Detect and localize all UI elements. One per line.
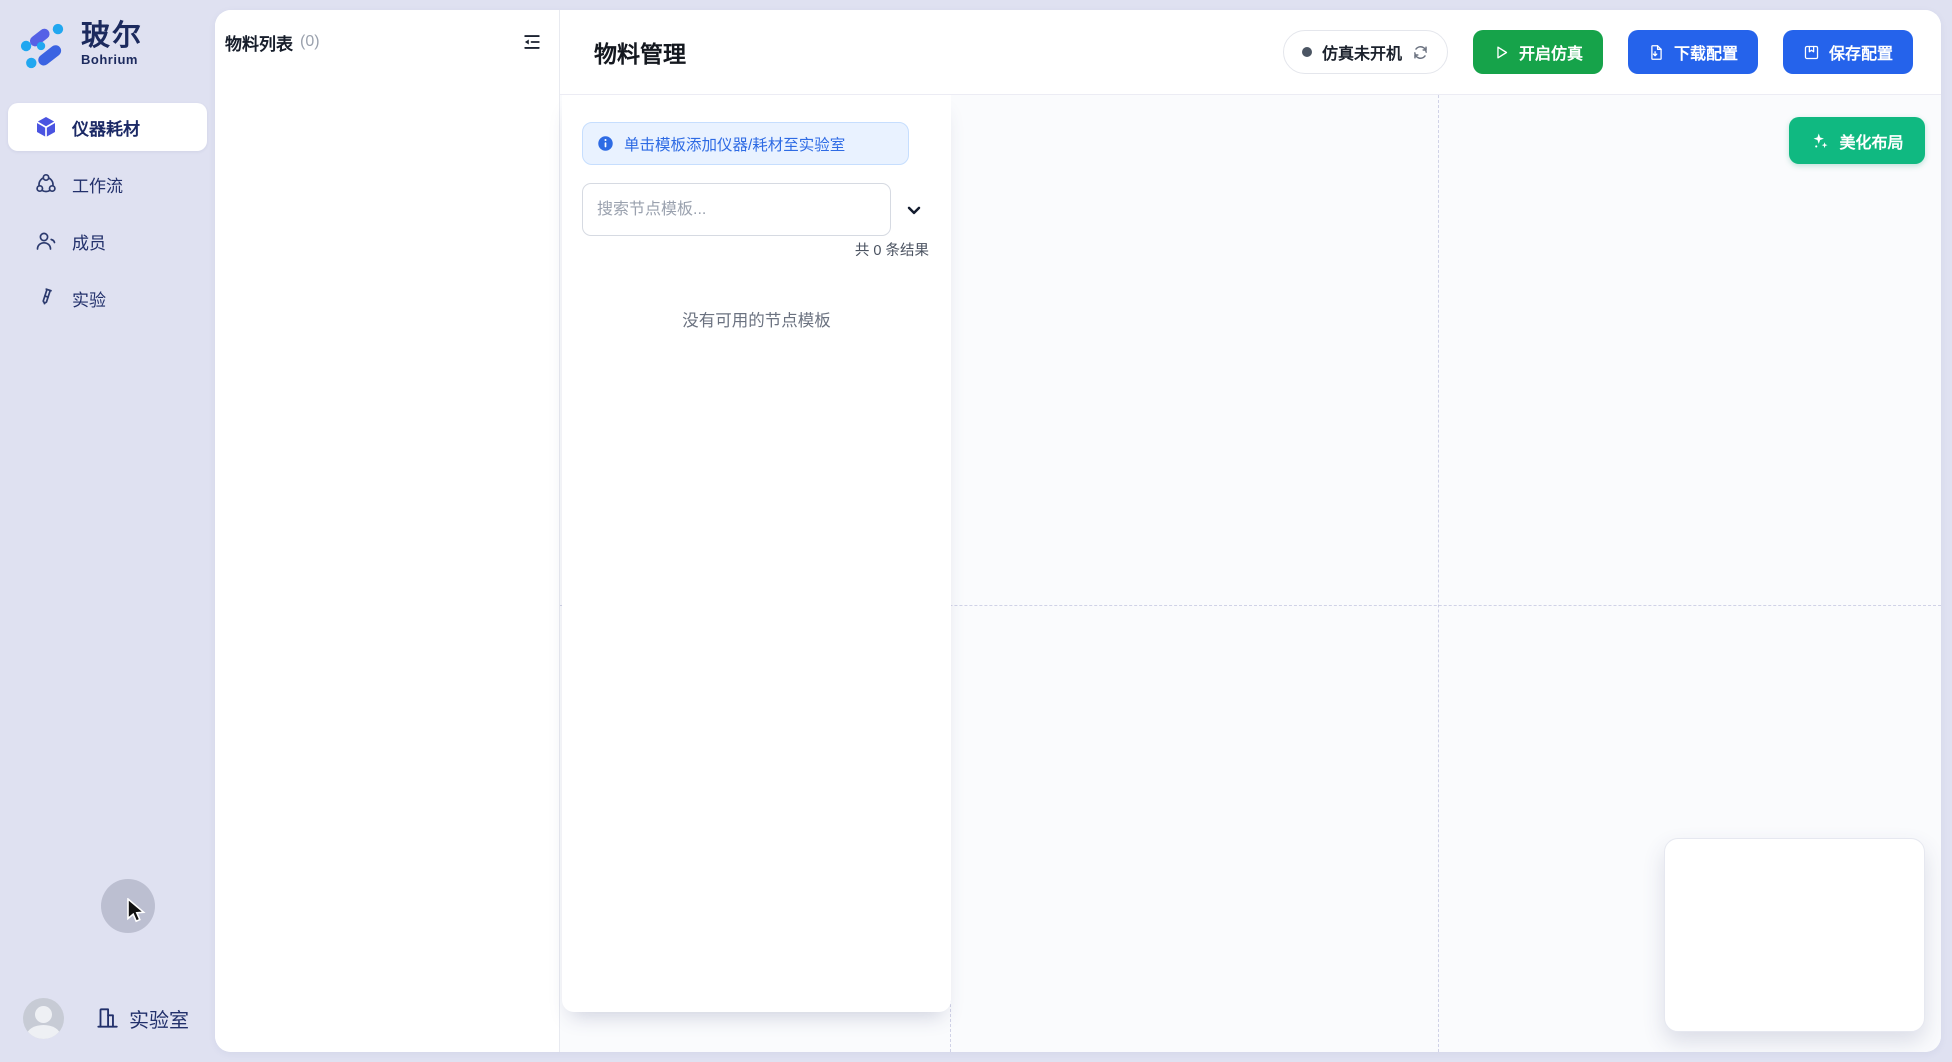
save-icon	[1803, 44, 1820, 61]
minimap[interactable]	[1664, 838, 1925, 1032]
node-canvas[interactable]: 单击模板添加仪器/耗材至实验室 共 0 条结果 没有可用的节点模板 美化布局	[560, 95, 1941, 1052]
grid-line	[1438, 95, 1439, 1052]
hint-text: 单击模板添加仪器/耗材至实验室	[624, 133, 845, 155]
beautify-layout-button[interactable]: 美化布局	[1789, 117, 1925, 164]
sidebar-item-label: 成员	[72, 229, 106, 254]
brand-logo[interactable]: 玻尔 Bohrium	[17, 20, 143, 72]
sidebar-item-instruments[interactable]: 仪器耗材	[8, 103, 207, 151]
info-icon	[597, 135, 614, 152]
topbar: 物料管理 仿真未开机 开启仿真	[560, 10, 1941, 95]
main-container: 物料列表 (0) 物料管理 仿真未开机	[215, 10, 1941, 1052]
members-icon	[34, 229, 58, 253]
sparkles-icon	[1810, 131, 1830, 151]
materials-list-panel: 物料列表 (0)	[215, 10, 560, 1052]
experiment-icon	[34, 286, 58, 310]
cube-icon	[34, 115, 58, 139]
materials-list-count: (0)	[300, 33, 320, 51]
sidebar-item-experiment[interactable]: 实验	[8, 274, 207, 322]
refresh-icon[interactable]	[1412, 44, 1429, 61]
sidebar-item-members[interactable]: 成员	[8, 217, 207, 265]
file-download-icon	[1648, 44, 1665, 61]
download-config-button[interactable]: 下载配置	[1628, 30, 1758, 74]
sidebar-item-workflow[interactable]: 工作流	[8, 160, 207, 208]
sidebar-footer: 实验室	[0, 996, 215, 1040]
sidebar-item-label: 实验	[72, 286, 106, 311]
start-simulation-button[interactable]: 开启仿真	[1473, 30, 1603, 74]
template-library-panel: 单击模板添加仪器/耗材至实验室 共 0 条结果 没有可用的节点模板	[562, 95, 951, 1012]
lab-entry[interactable]: 实验室	[94, 1004, 189, 1033]
sidebar-item-label: 仪器耗材	[72, 115, 140, 140]
result-count: 共 0 条结果	[855, 239, 929, 260]
collapse-panel-icon[interactable]	[519, 29, 545, 55]
cursor-pointer	[126, 898, 150, 926]
status-dot-icon	[1302, 47, 1312, 57]
brand-name: 玻尔	[81, 20, 143, 52]
chevron-down-icon[interactable]	[900, 197, 928, 223]
brand-subtitle: Bohrium	[81, 52, 143, 67]
avatar[interactable]	[23, 998, 64, 1039]
simulation-status-pill[interactable]: 仿真未开机	[1283, 30, 1448, 74]
hint-banner: 单击模板添加仪器/耗材至实验室	[582, 122, 909, 165]
page-title: 物料管理	[594, 35, 686, 69]
search-input[interactable]	[582, 183, 891, 236]
building-icon	[94, 1005, 120, 1031]
workflow-icon	[34, 172, 58, 196]
bohrium-logo-icon	[17, 20, 69, 72]
simulation-status-label: 仿真未开机	[1322, 40, 1402, 64]
play-icon	[1493, 44, 1510, 61]
sidebar-item-label: 工作流	[72, 172, 123, 197]
save-config-button[interactable]: 保存配置	[1783, 30, 1913, 74]
materials-list-title: 物料列表	[225, 30, 293, 55]
lab-entry-label: 实验室	[129, 1004, 189, 1033]
empty-templates-text: 没有可用的节点模板	[562, 307, 951, 331]
sidebar-menu: 仪器耗材 工作流 成员	[0, 103, 215, 331]
